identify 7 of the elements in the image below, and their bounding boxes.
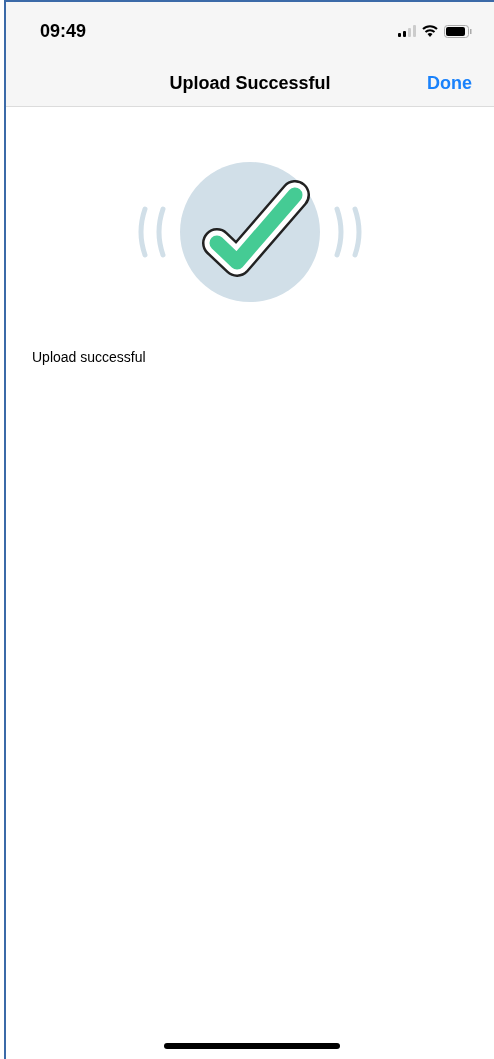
status-time: 09:49	[40, 20, 87, 42]
done-button[interactable]: Done	[427, 72, 472, 94]
status-message: Upload successful	[32, 349, 147, 365]
nav-title: Upload Successful	[169, 72, 331, 94]
wifi-icon	[422, 25, 438, 37]
signal-icon	[398, 25, 416, 37]
battery-icon	[444, 24, 472, 38]
